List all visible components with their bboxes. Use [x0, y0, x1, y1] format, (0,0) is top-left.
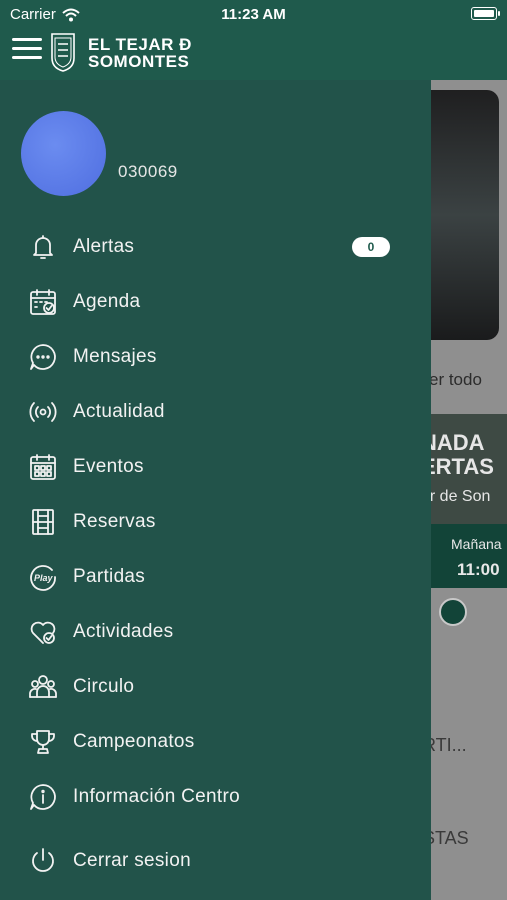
- menu-label: Mensajes: [73, 346, 157, 367]
- trophy-icon: [28, 727, 58, 757]
- background-row-2: STAS: [431, 828, 469, 848]
- side-drawer: 030069 Alertas 0 Agenda Mensajes Actuali…: [0, 80, 431, 900]
- menu-label: Campeonatos: [73, 731, 195, 752]
- info-icon: [28, 782, 58, 812]
- battery-icon: [471, 7, 500, 20]
- menu-label: Partidas: [73, 566, 146, 587]
- menu-label: Información Centro: [73, 786, 240, 807]
- chat-bubble-icon: [28, 342, 58, 372]
- menu-item-cerrar-sesion[interactable]: Cerrar sesion: [0, 837, 431, 885]
- bell-icon: [28, 232, 58, 262]
- menu-item-alertas[interactable]: Alertas 0: [0, 223, 431, 271]
- calendar-grid-icon: [28, 452, 58, 482]
- status-bar: Carrier 11:23 AM: [0, 0, 507, 28]
- menu-item-eventos[interactable]: Eventos: [0, 443, 431, 491]
- power-icon: [28, 846, 58, 876]
- background-row-1: RTI...: [431, 735, 467, 755]
- menu-label: Reservas: [73, 511, 156, 532]
- see-all-link: er todo: [431, 370, 482, 389]
- menu-item-reservas[interactable]: Reservas: [0, 498, 431, 546]
- banner-line-2: ERTAS: [431, 454, 494, 479]
- court-icon: [28, 507, 58, 537]
- player-add-icon: [439, 598, 467, 626]
- play-badge-icon: Play: [28, 562, 58, 592]
- calendar-check-icon: [28, 287, 58, 317]
- menu-item-informacion-centro[interactable]: Información Centro: [0, 773, 431, 821]
- menu-item-actualidad[interactable]: Actualidad: [0, 388, 431, 436]
- menu-label: Actividades: [73, 621, 174, 642]
- menu-label: Eventos: [73, 456, 144, 477]
- background-content[interactable]: er todo NADA ERTAS ar de Son Mañana 11:0…: [431, 80, 507, 900]
- menu-label: Circulo: [73, 676, 135, 697]
- slot-time: 11:00: [457, 560, 500, 579]
- avatar[interactable]: [21, 111, 106, 196]
- menu-item-partidas[interactable]: Play Partidas: [0, 553, 431, 601]
- menu-item-mensajes[interactable]: Mensajes: [0, 333, 431, 381]
- broadcast-icon: [28, 397, 58, 427]
- menu-item-circulo[interactable]: Circulo: [0, 663, 431, 711]
- menu-item-campeonatos[interactable]: Campeonatos: [0, 718, 431, 766]
- user-id: 030069: [118, 162, 178, 181]
- app-header: Carrier 11:23 AM EL TEJAR Ð SOMONTES: [0, 0, 507, 80]
- club-crest-icon: [51, 33, 75, 72]
- banner-line-1: NADA: [431, 430, 485, 455]
- brand-line-2: SOMONTES: [88, 52, 190, 71]
- alerts-count-badge: 0: [352, 237, 390, 257]
- menu-label: Actualidad: [73, 401, 165, 422]
- slot-day: Mañana: [451, 536, 502, 552]
- menu-label: Cerrar sesion: [73, 850, 191, 871]
- background-photo: [431, 90, 499, 340]
- event-banner: NADA ERTAS ar de Son: [431, 414, 507, 524]
- heart-check-icon: [28, 617, 58, 647]
- group-icon: [28, 672, 58, 702]
- svg-text:Play: Play: [34, 573, 54, 583]
- menu-label: Alertas: [73, 236, 135, 257]
- slot-card: Mañana 11:00: [431, 524, 507, 588]
- banner-line-3: ar de Son: [431, 488, 491, 505]
- status-time: 11:23 AM: [221, 6, 286, 23]
- menu-item-agenda[interactable]: Agenda: [0, 278, 431, 326]
- brand-line-1: EL TEJAR Ð: [88, 35, 192, 54]
- menu-toggle-button[interactable]: [12, 38, 42, 62]
- menu-label: Agenda: [73, 291, 141, 312]
- brand-logo: EL TEJAR Ð SOMONTES: [88, 36, 192, 70]
- menu-item-actividades[interactable]: Actividades: [0, 608, 431, 656]
